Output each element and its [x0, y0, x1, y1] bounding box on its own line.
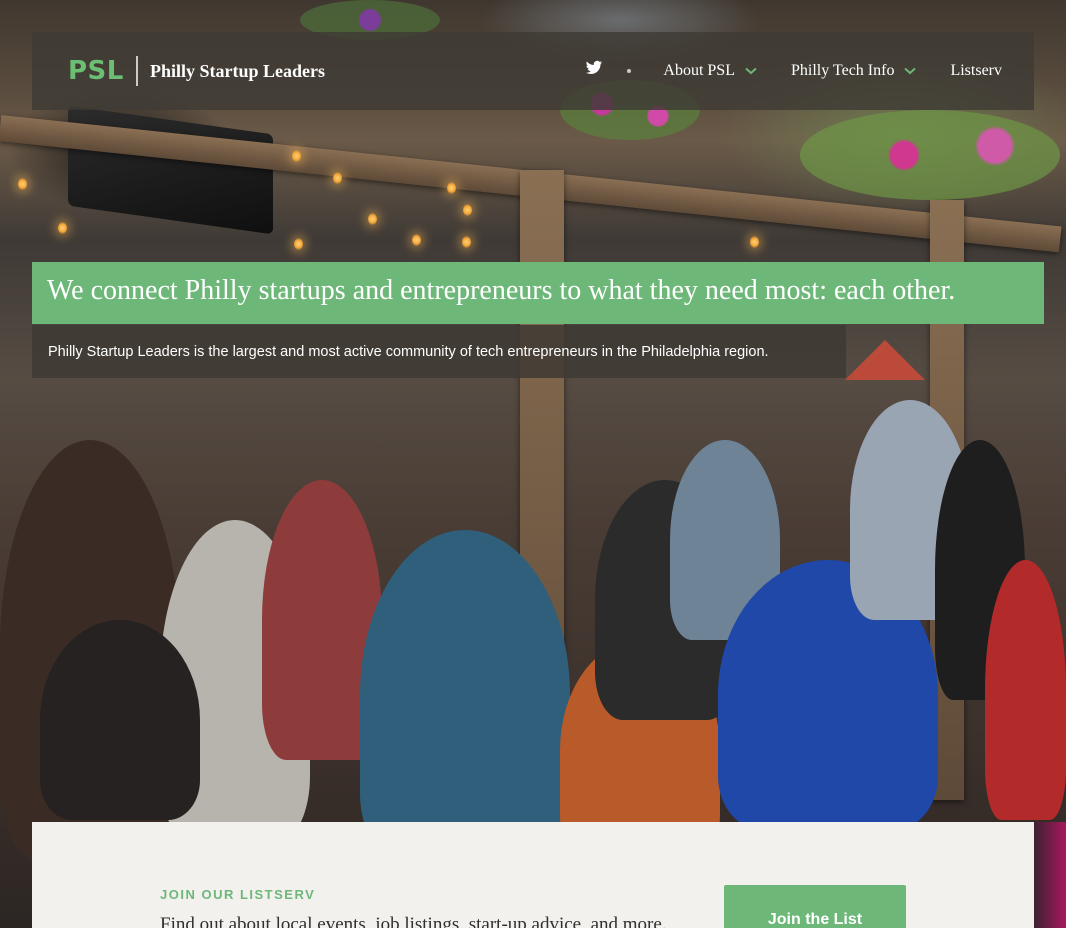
- logo-mark[interactable]: PSL: [68, 56, 124, 86]
- nav-item-philly-tech-info[interactable]: Philly Tech Info: [790, 61, 917, 80]
- nav-item-label: Philly Tech Info: [790, 61, 895, 79]
- chevron-down-icon: [904, 67, 917, 74]
- logo-divider: [136, 56, 138, 86]
- site-header: PSL Philly Startup Leaders About PSL Phi…: [32, 32, 1034, 110]
- twitter-icon[interactable]: [585, 59, 627, 82]
- chevron-down-icon: [745, 67, 757, 74]
- listserv-panel: JOIN OUR LISTSERV Find out about local e…: [32, 822, 1034, 928]
- hero-background-photo: [0, 0, 1066, 928]
- flower-box: [800, 110, 1060, 200]
- nav-item-label: About PSL: [663, 61, 735, 79]
- background-edge: [1034, 822, 1066, 928]
- main-nav: About PSL Philly Tech Info Listserv: [585, 59, 1002, 82]
- join-the-list-button[interactable]: Join the List: [724, 885, 906, 928]
- listserv-kicker: JOIN OUR LISTSERV: [160, 887, 316, 902]
- nav-separator-dot: [627, 68, 632, 73]
- umbrella-decoration: [845, 340, 925, 380]
- nav-item-listserv[interactable]: Listserv: [950, 62, 1002, 80]
- hero-headline: We connect Philly startups and entrepren…: [32, 262, 1044, 324]
- nav-item-label: Listserv: [950, 61, 1002, 79]
- listserv-description: Find out about local events, job listing…: [160, 914, 667, 928]
- nav-item-about-psl[interactable]: About PSL: [663, 62, 757, 80]
- site-name[interactable]: Philly Startup Leaders: [150, 61, 325, 82]
- hero-subline: Philly Startup Leaders is the largest an…: [32, 325, 846, 378]
